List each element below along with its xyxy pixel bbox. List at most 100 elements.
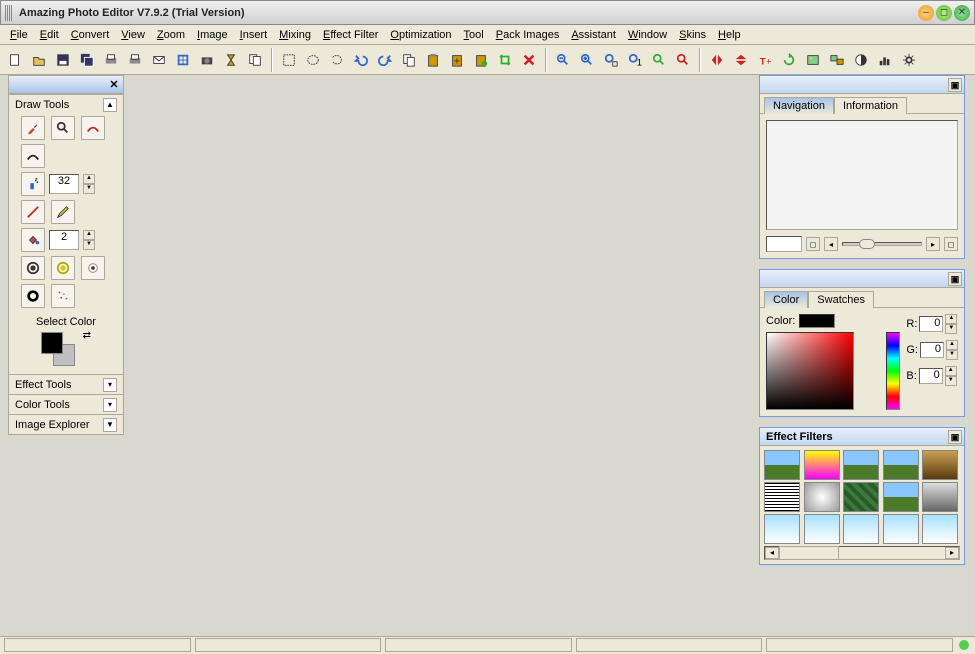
tab-swatches[interactable]: Swatches: [808, 291, 874, 308]
menu-help[interactable]: Help: [712, 27, 747, 43]
zoom-actual-button[interactable]: 1: [624, 49, 646, 71]
brush-black-tool[interactable]: [21, 144, 45, 168]
magnifier-tool[interactable]: [51, 116, 75, 140]
delete-button[interactable]: [518, 49, 540, 71]
pencil-tool[interactable]: [51, 200, 75, 224]
menu-skins[interactable]: Skins: [673, 27, 712, 43]
zoom-slider[interactable]: [842, 242, 922, 246]
eyedropper-tool[interactable]: [21, 116, 45, 140]
effect-thumb[interactable]: [883, 482, 919, 512]
copy-button[interactable]: [398, 49, 420, 71]
palette-close-icon[interactable]: ✕: [107, 78, 121, 92]
acquire-button[interactable]: [172, 49, 194, 71]
email-button[interactable]: [148, 49, 170, 71]
save-all-button[interactable]: [76, 49, 98, 71]
menu-tool[interactable]: Tool: [458, 27, 490, 43]
effect-thumb[interactable]: [804, 450, 840, 480]
effect-thumb[interactable]: [804, 514, 840, 544]
redo-button[interactable]: [374, 49, 396, 71]
settings-button[interactable]: [898, 49, 920, 71]
close-button[interactable]: ✕: [954, 5, 970, 21]
hourglass-button[interactable]: [220, 49, 242, 71]
text-button[interactable]: T+: [754, 49, 776, 71]
print-button[interactable]: [124, 49, 146, 71]
spray-size-spinner[interactable]: ▲▼: [83, 174, 95, 194]
menu-pack-images[interactable]: Pack Images: [490, 27, 566, 43]
select-rect-button[interactable]: [278, 49, 300, 71]
g-spinner[interactable]: ▲▼: [946, 340, 958, 360]
circle-outline-tool[interactable]: [21, 284, 45, 308]
image-gallery-button[interactable]: [826, 49, 848, 71]
effect-thumb[interactable]: [883, 514, 919, 544]
paste-button[interactable]: [422, 49, 444, 71]
panel-collapse-icon[interactable]: ▣: [948, 272, 962, 286]
tools-palette-header[interactable]: ✕: [9, 76, 123, 94]
effect-thumb[interactable]: [804, 482, 840, 512]
effect-thumb[interactable]: [843, 450, 879, 480]
color-tools-section-header[interactable]: Color Tools ▾: [9, 394, 123, 414]
menu-file[interactable]: File: [4, 27, 34, 43]
print-all-button[interactable]: [100, 49, 122, 71]
effect-thumb[interactable]: [764, 482, 800, 512]
menu-assistant[interactable]: Assistant: [565, 27, 622, 43]
circle-dot-tool[interactable]: [81, 256, 105, 280]
current-color-swatch[interactable]: [799, 314, 835, 328]
menu-zoom[interactable]: Zoom: [151, 27, 191, 43]
b-input[interactable]: 0: [919, 368, 943, 384]
circle-fill-yellow-tool[interactable]: [51, 256, 75, 280]
spray-size-input[interactable]: 32: [49, 174, 79, 194]
zoom-fit-button[interactable]: [600, 49, 622, 71]
menu-insert[interactable]: Insert: [234, 27, 274, 43]
effect-thumb[interactable]: [764, 450, 800, 480]
expand-down-icon[interactable]: ▼: [103, 418, 117, 432]
paste-new-button[interactable]: [470, 49, 492, 71]
zoom-slider-thumb[interactable]: [859, 239, 875, 249]
menu-view[interactable]: View: [115, 27, 151, 43]
spray-tool[interactable]: [21, 172, 45, 196]
g-input[interactable]: 0: [920, 342, 944, 358]
menu-image[interactable]: Image: [191, 27, 234, 43]
select-lasso-button[interactable]: [326, 49, 348, 71]
camera-button[interactable]: [196, 49, 218, 71]
select-ellipse-button[interactable]: [302, 49, 324, 71]
menu-edit[interactable]: Edit: [34, 27, 65, 43]
collapse-up-icon[interactable]: ▲: [103, 98, 117, 112]
image-explorer-section-header[interactable]: Image Explorer ▼: [9, 414, 123, 434]
zoom-page-button[interactable]: [672, 49, 694, 71]
zoom-out-button[interactable]: [552, 49, 574, 71]
crop-button[interactable]: [494, 49, 516, 71]
refresh-button[interactable]: [778, 49, 800, 71]
undo-button[interactable]: [350, 49, 372, 71]
zoom-fit-small-icon[interactable]: ◻: [944, 237, 958, 251]
flip-h-button[interactable]: [706, 49, 728, 71]
menu-optimization[interactable]: Optimization: [384, 27, 457, 43]
menu-convert[interactable]: Convert: [65, 27, 116, 43]
tab-navigation[interactable]: Navigation: [764, 97, 834, 114]
zoom-reset-icon[interactable]: ◻: [806, 237, 820, 251]
line-tool[interactable]: [21, 200, 45, 224]
expand-icon[interactable]: ▾: [103, 378, 117, 392]
effect-thumb[interactable]: [922, 450, 958, 480]
hue-slider[interactable]: [886, 332, 900, 410]
open-button[interactable]: [28, 49, 50, 71]
menu-window[interactable]: Window: [622, 27, 673, 43]
image-info-button[interactable]: [802, 49, 824, 71]
color-gradient-picker[interactable]: [766, 332, 854, 410]
fill-tool[interactable]: [21, 228, 45, 252]
b-spinner[interactable]: ▲▼: [945, 366, 957, 386]
tab-color[interactable]: Color: [764, 291, 808, 308]
zoom-sel-button[interactable]: [648, 49, 670, 71]
effect-thumb[interactable]: [843, 482, 879, 512]
panel-collapse-icon[interactable]: ▣: [948, 430, 962, 444]
menu-mixing[interactable]: Mixing: [273, 27, 317, 43]
levels-button[interactable]: [874, 49, 896, 71]
effect-scrollbar[interactable]: ◂ ▸: [764, 546, 960, 560]
r-spinner[interactable]: ▲▼: [945, 314, 957, 334]
scroll-thumb[interactable]: [779, 546, 839, 560]
menu-effect-filter[interactable]: Effect Filter: [317, 27, 384, 43]
minimize-button[interactable]: –: [918, 5, 934, 21]
paste-into-button[interactable]: [446, 49, 468, 71]
fill-tolerance-input[interactable]: 2: [49, 230, 79, 250]
zoom-in-small-icon[interactable]: ▸: [926, 237, 940, 251]
effect-thumb[interactable]: [922, 514, 958, 544]
